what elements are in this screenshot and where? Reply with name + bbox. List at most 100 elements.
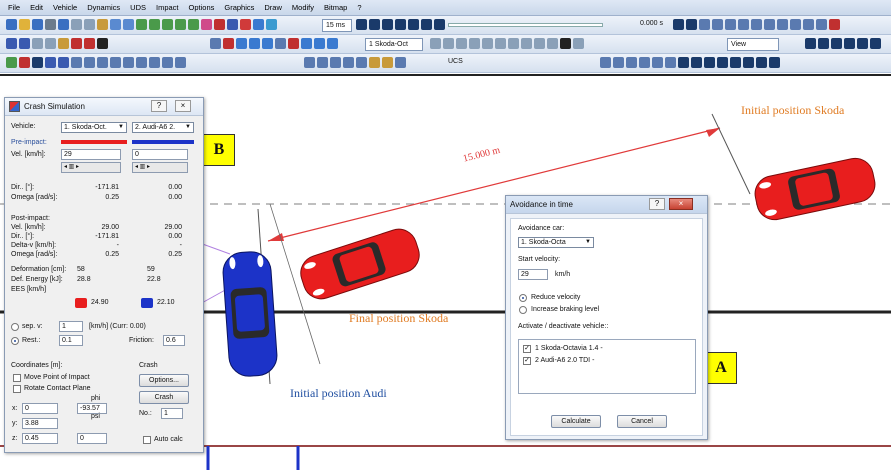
color-icon[interactable] — [214, 19, 225, 30]
vehicle1-checkbox[interactable]: ✓ — [523, 345, 531, 353]
crossing-icon[interactable] — [769, 57, 780, 68]
layer-icon[interactable] — [201, 19, 212, 30]
person-icon[interactable] — [730, 57, 741, 68]
menu-vehicle[interactable]: Vehicle — [53, 3, 77, 12]
break-icon[interactable] — [317, 57, 328, 68]
play-icon[interactable] — [408, 19, 419, 30]
transform-tool-icons[interactable] — [210, 38, 338, 51]
offset-icon[interactable] — [314, 38, 325, 49]
step-back-icon[interactable] — [382, 19, 393, 30]
snap-center-icon[interactable] — [456, 38, 467, 49]
symbol-icon[interactable] — [175, 57, 186, 68]
mtext-icon[interactable] — [691, 57, 702, 68]
scale-icon[interactable] — [249, 38, 260, 49]
auto-calc-checkbox[interactable] — [143, 436, 151, 444]
polar-icon[interactable] — [573, 38, 584, 49]
options-button[interactable]: Options... — [139, 374, 189, 387]
car-icon[interactable] — [829, 19, 840, 30]
circle2-icon[interactable] — [764, 19, 775, 30]
zoom-all-icon[interactable] — [175, 19, 186, 30]
close-button[interactable]: × — [175, 100, 191, 112]
calculate-button[interactable]: Calculate — [551, 415, 601, 428]
avoidance-car-select[interactable]: 1. Skoda-Octa ▼ — [518, 237, 594, 248]
snap-int-icon[interactable] — [495, 38, 506, 49]
open-file-icon[interactable] — [19, 19, 30, 30]
edit-tool-icons[interactable] — [304, 57, 406, 70]
dim-linear-icon[interactable] — [600, 57, 611, 68]
layers-icon[interactable] — [45, 38, 56, 49]
tree-icon[interactable] — [743, 57, 754, 68]
start-velocity-input[interactable]: 29 — [518, 269, 548, 280]
play-back-icon[interactable] — [395, 19, 406, 30]
select-arrow-icon[interactable] — [58, 57, 69, 68]
view-combo[interactable]: View — [727, 38, 779, 51]
snap-quad-icon[interactable] — [482, 38, 493, 49]
view-top-icon[interactable] — [805, 38, 816, 49]
paste-icon[interactable] — [97, 19, 108, 30]
pen-icon[interactable] — [71, 38, 82, 49]
dim-radius-icon[interactable] — [639, 57, 650, 68]
view-3d-icon[interactable] — [844, 38, 855, 49]
menu-file[interactable]: File — [8, 3, 20, 12]
menu-bitmap[interactable]: Bitmap — [324, 3, 347, 12]
menu-help[interactable]: ? — [357, 3, 361, 12]
format-tool-icons[interactable] — [6, 38, 108, 51]
rewind-start-icon[interactable] — [356, 19, 367, 30]
menu-edit[interactable]: Edit — [30, 3, 43, 12]
rotate-cp-checkbox[interactable] — [13, 385, 21, 393]
menu-options[interactable]: Options — [189, 3, 215, 12]
zoom-out-icon[interactable] — [149, 19, 160, 30]
snap-tan-icon[interactable] — [521, 38, 532, 49]
circle3-icon[interactable] — [777, 19, 788, 30]
increase-braking-radio[interactable] — [519, 306, 527, 314]
menu-graphics[interactable]: Graphics — [224, 3, 254, 12]
text-tool-icon[interactable] — [678, 57, 689, 68]
pan-icon[interactable] — [188, 19, 199, 30]
menu-modify[interactable]: Modify — [292, 3, 314, 12]
cross2-icon[interactable] — [738, 19, 749, 30]
cross-icon[interactable] — [725, 19, 736, 30]
select-icon[interactable] — [210, 38, 221, 49]
join-icon[interactable] — [330, 57, 341, 68]
new-file-icon[interactable] — [6, 19, 17, 30]
rotate-icon[interactable] — [236, 38, 247, 49]
time-slider[interactable] — [448, 23, 603, 27]
array-icon[interactable] — [343, 57, 354, 68]
forward-end-icon[interactable] — [434, 19, 445, 30]
mirror-icon[interactable] — [262, 38, 273, 49]
text-icon[interactable] — [803, 19, 814, 30]
copy-icon[interactable] — [84, 19, 95, 30]
cancel-button[interactable]: Cancel — [617, 415, 667, 428]
save-file-icon[interactable] — [32, 19, 43, 30]
ellipse-icon[interactable] — [136, 57, 147, 68]
ortho-icon[interactable] — [560, 38, 571, 49]
time-step-combo[interactable]: 15 ms — [322, 19, 352, 32]
block-icon[interactable] — [356, 57, 367, 68]
zoom-window-icon[interactable] — [162, 19, 173, 30]
step-forward-icon[interactable] — [421, 19, 432, 30]
snap-node-icon[interactable] — [469, 38, 480, 49]
avoid-help-button[interactable]: ? — [649, 198, 665, 210]
snap-off-icon[interactable] — [547, 38, 558, 49]
export-icon[interactable] — [58, 19, 69, 30]
view-cam-icon[interactable] — [857, 38, 868, 49]
measure-icon[interactable] — [227, 19, 238, 30]
lights-icon[interactable] — [704, 57, 715, 68]
copy-obj-icon[interactable] — [275, 38, 286, 49]
road-icon[interactable] — [19, 57, 30, 68]
snap-end-icon[interactable] — [430, 38, 441, 49]
vel2-input[interactable]: 0 — [132, 149, 188, 160]
rectangle-icon[interactable] — [123, 57, 134, 68]
table-icon[interactable] — [304, 57, 315, 68]
vehicle2-list-item[interactable]: 2 Audi-A6 2.0 TDI - — [535, 357, 594, 364]
grid-toggle-icon[interactable] — [32, 38, 43, 49]
menu-impact[interactable]: Impact — [156, 3, 179, 12]
grid-icon[interactable] — [686, 19, 697, 30]
lock-icon[interactable] — [58, 38, 69, 49]
snap-icon[interactable] — [816, 19, 827, 30]
snap-perp-icon[interactable] — [508, 38, 519, 49]
marker-icon[interactable] — [673, 19, 684, 30]
help-button[interactable]: ? — [151, 100, 167, 112]
snap-near-icon[interactable] — [534, 38, 545, 49]
vehicle-select-combo[interactable]: 1 Skoda-Oct — [365, 38, 423, 51]
